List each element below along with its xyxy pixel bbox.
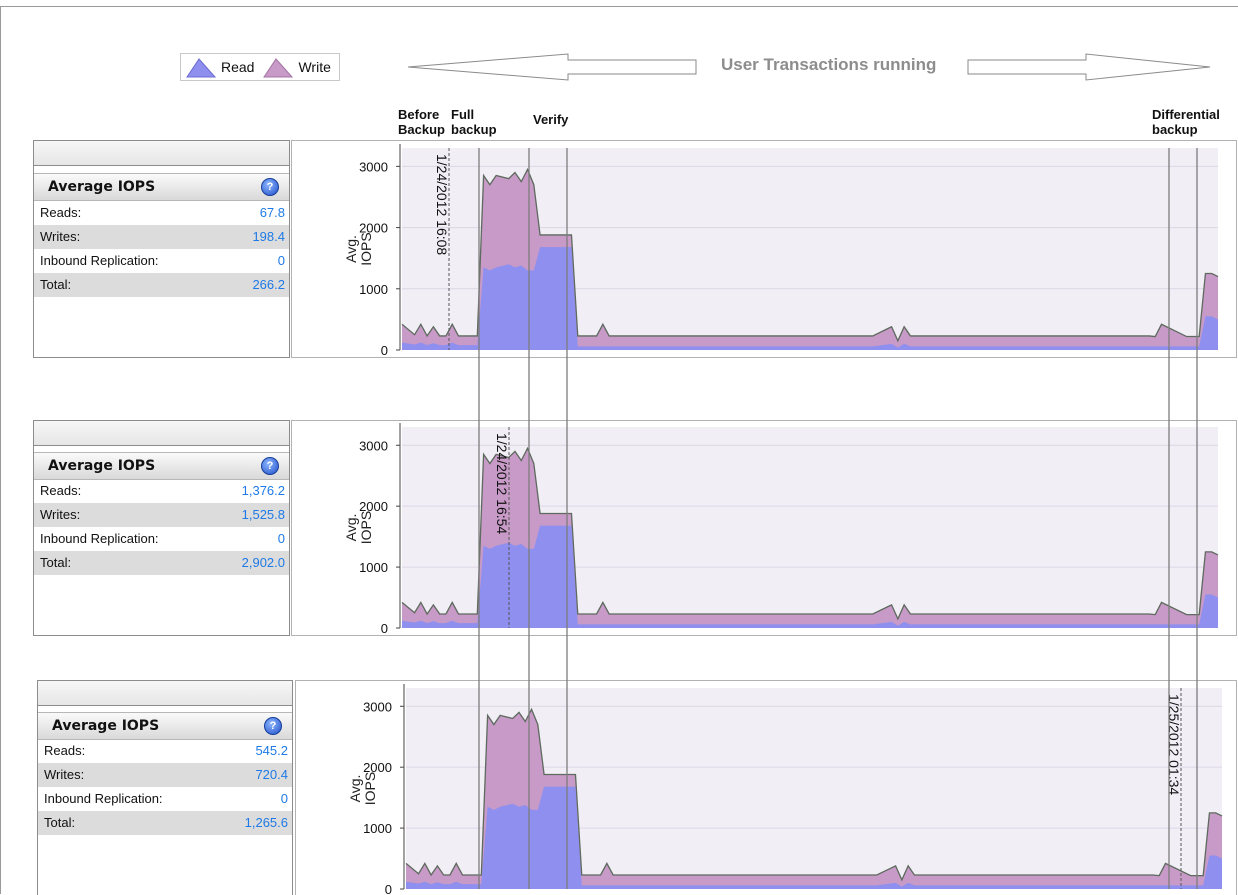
y-tick-label: 0 <box>381 343 388 358</box>
y-tick-label: 1000 <box>359 560 388 575</box>
iops-chart-2-plot: 0100020003000Avg.IOPS 1/24/2012 16:54 <box>343 423 1219 636</box>
y-axis-label: Avg.IOPS <box>343 232 374 265</box>
iops-chart-1-plot: 0100020003000Avg.IOPS 1/24/2012 16:08 <box>343 144 1219 358</box>
y-tick-label: 3000 <box>363 699 392 714</box>
charts-layer: 0100020003000Avg.IOPS 1/24/2012 16:080100… <box>343 144 1223 894</box>
y-tick-label: 1000 <box>363 821 392 836</box>
y-tick-label: 1000 <box>359 282 388 297</box>
y-tick-label: 0 <box>385 882 392 894</box>
iops-chart-3-plot: 0100020003000Avg.IOPS 1/25/2012 01:34 <box>347 684 1223 894</box>
y-tick-label: 3000 <box>359 438 388 453</box>
y-tick-label: 0 <box>381 621 388 636</box>
y-tick-label: 3000 <box>359 159 388 174</box>
y-axis-label: Avg.IOPS <box>343 511 374 544</box>
time-cursor-label: 1/24/2012 16:08 <box>434 154 450 255</box>
y-axis-label: Avg.IOPS <box>347 772 378 805</box>
time-cursor-label: 1/24/2012 16:54 <box>494 433 510 534</box>
